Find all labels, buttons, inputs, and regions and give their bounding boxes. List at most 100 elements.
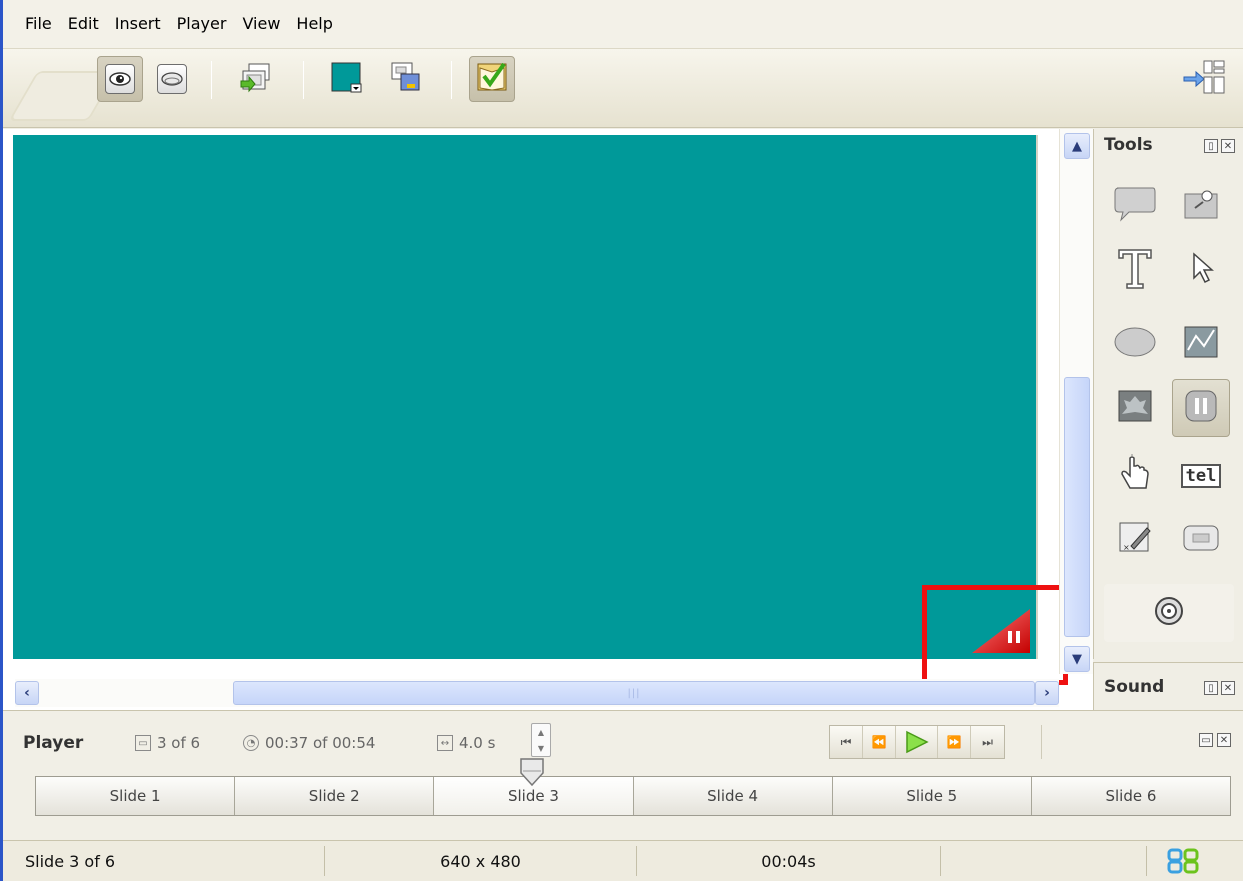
rollover-ring-icon — [1154, 596, 1184, 630]
toolbar-separator — [211, 61, 212, 99]
clock-icon: ◔ — [243, 735, 259, 751]
rollover-tool-button[interactable] — [1104, 584, 1234, 642]
panel-close-icon[interactable]: ✕ — [1221, 139, 1235, 153]
vertical-scrollbar[interactable]: ▲ ▼ — [1059, 129, 1093, 674]
button-tool-button[interactable] — [1172, 511, 1230, 569]
slide-tab[interactable]: Slide 2 — [235, 777, 435, 815]
quiz-pencil-icon: × — [1117, 520, 1153, 560]
player-panel: Player ▭ 3 of 6 ◔ 00:37 of 00:54 ↔ 4.0 s… — [3, 710, 1243, 840]
duration-display: ↔ 4.0 s — [437, 729, 495, 757]
pause-icon — [1183, 388, 1219, 428]
picture-tool-button[interactable] — [1106, 379, 1164, 437]
insert-slide-button[interactable] — [233, 56, 279, 102]
panel-close-icon[interactable]: ✕ — [1217, 733, 1231, 747]
playhead-handle[interactable] — [518, 757, 546, 787]
color-swatch-icon — [329, 60, 363, 98]
first-slide-icon[interactable]: ⏮ — [830, 726, 863, 758]
hand-pointer-icon — [1116, 454, 1154, 498]
menu-view[interactable]: View — [234, 9, 288, 39]
svg-text:×: × — [1123, 543, 1130, 552]
duration-icon: ↔ — [437, 735, 453, 751]
slide-tab[interactable]: Slide 1 — [36, 777, 236, 815]
menu-help[interactable]: Help — [288, 9, 340, 39]
panel-close-icon[interactable]: ✕ — [1221, 681, 1235, 695]
menu-bar: File Edit Insert Player View Help — [3, 0, 1243, 48]
background-color-button[interactable] — [323, 56, 369, 102]
transport-spacer — [1041, 725, 1057, 759]
checklist-book-icon — [474, 60, 510, 98]
text-entry-tool-button[interactable]: tel — [1172, 447, 1230, 505]
duration-text: 4.0 s — [459, 734, 496, 752]
rewind-icon[interactable]: ⏪ — [863, 726, 896, 758]
slide-counter-text: 3 of 6 — [157, 734, 201, 752]
publish-checklist-button[interactable] — [469, 56, 515, 102]
shape-tool-button[interactable] — [1106, 315, 1164, 373]
status-time: 00:04s — [637, 846, 941, 876]
slide-tab[interactable]: Slide 6 — [1032, 777, 1230, 815]
panel-undock-icon[interactable]: ▯ — [1204, 681, 1218, 695]
insert-slide-icon — [239, 61, 273, 97]
sound-panel-title: Sound — [1104, 677, 1165, 697]
menu-edit[interactable]: Edit — [60, 9, 107, 39]
image-pin-icon — [1181, 186, 1221, 226]
scroll-right-icon[interactable]: › — [1035, 681, 1059, 705]
status-resolution: 640 x 480 — [325, 846, 637, 876]
menu-player[interactable]: Player — [169, 9, 235, 39]
scroll-down-icon[interactable]: ▼ — [1064, 646, 1090, 672]
play-icon[interactable] — [896, 726, 938, 758]
slide-counter: ▭ 3 of 6 — [135, 729, 200, 757]
menu-file[interactable]: File — [21, 9, 60, 39]
status-slide: Slide 3 of 6 — [3, 846, 325, 876]
slide-stage[interactable] — [13, 135, 1038, 659]
click-tool-button[interactable] — [1106, 447, 1164, 505]
callout-tool-button[interactable] — [1106, 177, 1164, 235]
slide-tab[interactable]: Slide 5 — [833, 777, 1032, 815]
spinner-up-icon[interactable]: ▲ — [538, 728, 544, 737]
text-tool-button[interactable] — [1106, 241, 1164, 299]
quiz-tool-button[interactable]: × — [1106, 511, 1164, 569]
player-title: Player — [23, 733, 84, 753]
pause-tool-button[interactable] — [1172, 379, 1230, 437]
time-display: ◔ 00:37 of 00:54 — [243, 729, 375, 757]
highlight-annotation — [922, 585, 1068, 685]
slide-tab[interactable]: Slide 4 — [634, 777, 833, 815]
spinner-down-icon[interactable]: ▼ — [538, 744, 544, 753]
duration-spinner[interactable]: ▲ ▼ — [531, 723, 551, 757]
status-empty — [941, 846, 1147, 876]
status-bar: Slide 3 of 6 640 x 480 00:04s — [3, 840, 1243, 881]
transport-controls: ⏮ ⏪ ⏩ ⏭ — [829, 725, 1005, 759]
arrow-cursor-icon — [1186, 250, 1216, 290]
horizontal-scroll-thumb[interactable]: ||| — [233, 681, 1035, 705]
tools-panel: Tools ▯ ✕ tel × — [1093, 129, 1243, 659]
scroll-up-icon[interactable]: ▲ — [1064, 133, 1090, 159]
horizontal-scrollbar[interactable]: ‹ ||| › — [15, 679, 1059, 707]
slide-properties-icon — [389, 60, 423, 98]
last-slide-icon[interactable]: ⏭ — [971, 726, 1004, 758]
vertical-scroll-thumb[interactable] — [1064, 377, 1090, 637]
sound-panel-controls: ▯ ✕ — [1204, 681, 1235, 695]
slide-icon: ▭ — [135, 735, 151, 751]
toolbar-separator — [303, 61, 304, 99]
button-icon — [1181, 522, 1221, 558]
slide-timeline: Slide 1 Slide 2 Slide 3 Slide 4 Slide 5 … — [35, 776, 1231, 816]
speech-bubble-icon — [1113, 184, 1157, 228]
slide-properties-button[interactable] — [383, 56, 429, 102]
cursor-tool-button[interactable] — [1172, 241, 1230, 299]
scroll-left-icon[interactable]: ‹ — [15, 681, 39, 705]
chart-tool-button[interactable] — [1172, 315, 1230, 373]
tools-panel-title: Tools — [1104, 135, 1153, 155]
image-tool-button[interactable] — [1172, 177, 1230, 235]
panel-minimize-icon[interactable]: ▭ — [1199, 733, 1213, 747]
layout-switch-button[interactable] — [1181, 56, 1227, 102]
shape-icon — [1113, 324, 1157, 364]
panel-undock-icon[interactable]: ▯ — [1204, 139, 1218, 153]
preview-eye-button[interactable] — [97, 56, 143, 102]
menu-insert[interactable]: Insert — [107, 9, 169, 39]
layout-switch-icon — [1182, 57, 1226, 101]
fast-forward-icon[interactable]: ⏩ — [938, 726, 971, 758]
eye-icon — [105, 64, 135, 94]
preview-ellipse-button[interactable] — [149, 56, 195, 102]
status-grid-icon[interactable] — [1147, 846, 1201, 876]
toolbar-separator — [451, 61, 452, 99]
toolbar — [3, 48, 1243, 128]
